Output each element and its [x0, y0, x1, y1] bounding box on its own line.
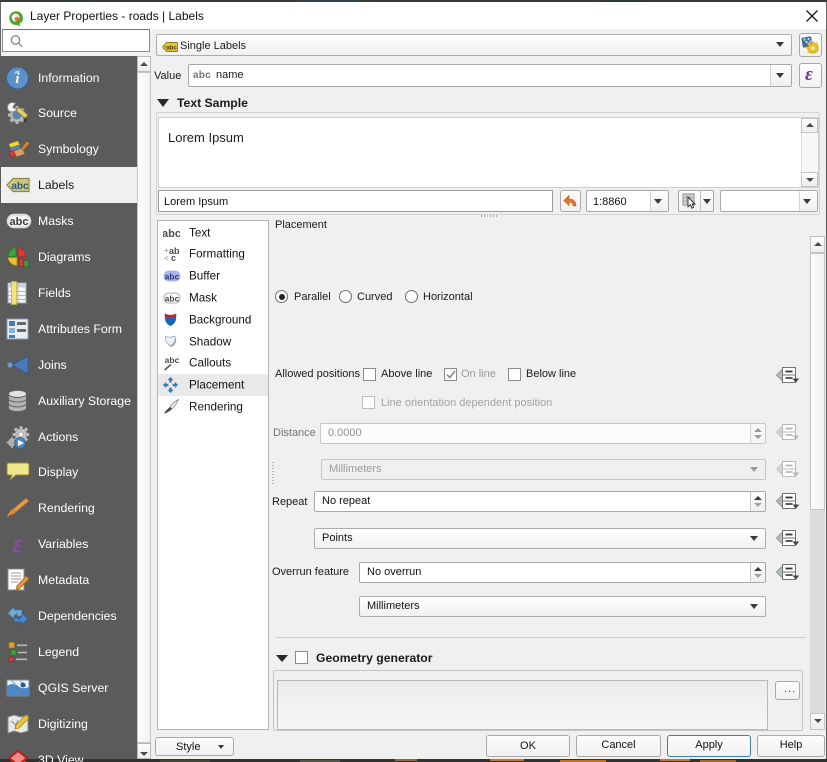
svg-text:abc: abc — [165, 355, 179, 365]
svg-text:abc: abc — [10, 216, 29, 228]
svg-text:abc: abc — [166, 45, 177, 51]
svg-text:c: c — [171, 253, 176, 262]
svg-text:<: < — [164, 254, 169, 262]
svg-text:abc: abc — [165, 271, 180, 281]
svg-text:abc: abc — [11, 181, 29, 192]
svg-text:ε: ε — [13, 531, 24, 557]
svg-text:abc: abc — [165, 293, 180, 303]
svg-text:abc: abc — [163, 228, 180, 239]
